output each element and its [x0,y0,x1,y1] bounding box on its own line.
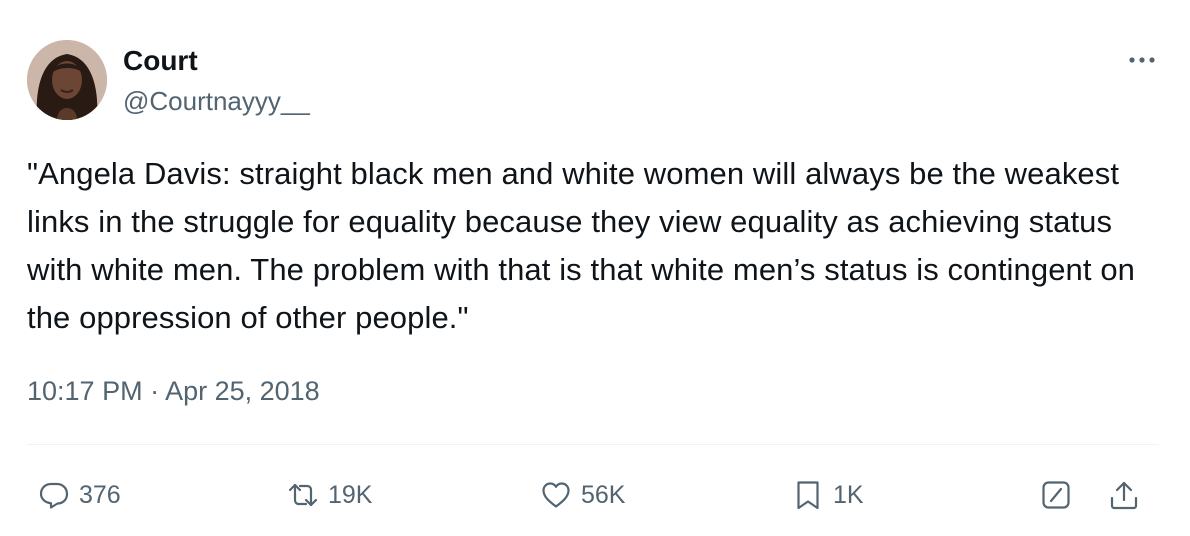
more-options-button[interactable] [1122,48,1162,72]
avatar[interactable] [27,40,107,120]
tweet-timestamp[interactable]: 10:17 PM · Apr 25, 2018 [27,374,320,408]
grok-button[interactable] [1040,470,1072,520]
divider [27,444,1159,445]
more-icon [1129,57,1155,63]
retweet-button[interactable]: 19K [287,470,372,520]
avatar-image [27,40,107,120]
reply-icon [39,482,69,509]
author-handle[interactable]: @Courtnayyy__ [123,86,310,116]
like-icon [542,482,570,508]
retweet-count: 19K [328,480,373,509]
like-count: 56K [581,480,626,509]
reply-count: 376 [79,480,121,509]
reply-button[interactable]: 376 [38,470,121,520]
action-bar: 376 19K 56K 1K [0,470,1190,520]
like-button[interactable]: 56K [540,470,625,520]
author-name[interactable]: Court [123,45,198,77]
bookmark-button[interactable]: 1K [792,470,864,520]
tweet-text: "Angela Davis: straight black men and wh… [27,156,1136,335]
grok-icon [1042,481,1070,509]
bookmark-count: 1K [833,480,864,509]
share-button[interactable] [1108,470,1140,520]
retweet-icon [288,483,318,507]
tweet-card: Court @Courtnayyy__ "Angela Davis: strai… [0,0,1190,536]
bookmark-icon [797,481,819,510]
share-icon [1110,481,1138,510]
